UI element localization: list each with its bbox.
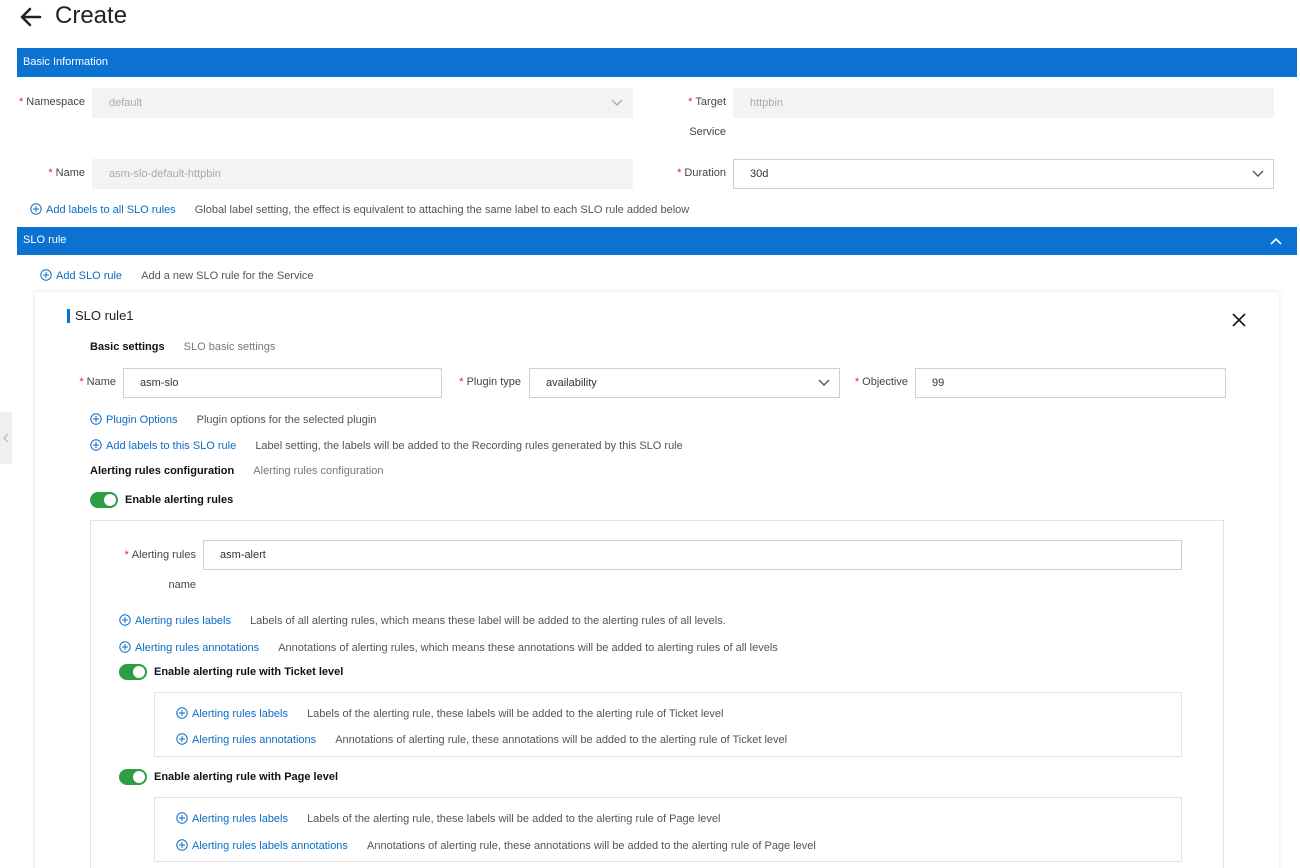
plus-circle-icon [90, 413, 102, 425]
plus-circle-icon [40, 269, 52, 281]
alerting-name-value: asm-alert [220, 549, 266, 561]
close-icon[interactable] [1231, 312, 1247, 328]
alerting-config-hint: Alerting rules configuration [253, 465, 384, 477]
basic-settings-row: Basic settings SLO basic settings [90, 341, 275, 353]
slo-rule-header[interactable]: SLO rule [17, 227, 1297, 255]
page-title: Create [55, 2, 128, 29]
duration-value: 30d [750, 168, 769, 180]
target-service-field[interactable]: httpbin [733, 88, 1274, 118]
rule-name-label: * Name [79, 376, 116, 388]
enable-alerting-label: Enable alerting rules [125, 494, 234, 506]
ticket-labels-row: Alerting rules labels Labels of the aler… [176, 707, 723, 720]
plus-circle-icon [90, 439, 102, 451]
chevron-up-icon[interactable] [1269, 234, 1283, 248]
page-labels-link[interactable]: Alerting rules labels [176, 812, 291, 825]
basic-information-title: Basic Information [23, 56, 108, 68]
plus-circle-icon [30, 203, 42, 215]
namespace-label: * Namespace [19, 96, 85, 108]
page-level-label: Enable alerting rule with Page level [154, 771, 339, 783]
ticket-annotations-row: Alerting rules annotations Annotations o… [176, 733, 787, 746]
alerting-name-field[interactable]: asm-alert [203, 540, 1182, 570]
alerting-name-label: * Alerting rules [124, 549, 196, 561]
duration-select[interactable]: 30d [733, 159, 1274, 189]
add-labels-all-hint: Global label setting, the effect is equi… [194, 204, 690, 216]
plugin-options-row: Plugin Options Plugin options for the se… [90, 413, 376, 426]
ticket-level-panel [154, 692, 1182, 757]
add-slo-rule-link[interactable]: Add SLO rule [40, 269, 125, 282]
add-labels-rule-link[interactable]: Add labels to this SLO rule [90, 439, 239, 452]
page-annotations-hint: Annotations of alerting rule, these anno… [367, 840, 816, 852]
page-annotations-row: Alerting rules labels annotations Annota… [176, 839, 816, 852]
ticket-annotations-link[interactable]: Alerting rules annotations [176, 733, 319, 746]
enable-alerting-toggle[interactable] [90, 492, 118, 508]
alerting-labels-hint: Labels of all alerting rules, which mean… [250, 615, 726, 627]
add-slo-rule-hint: Add a new SLO rule for the Service [141, 270, 314, 282]
rule-name-field[interactable]: asm-slo [123, 368, 442, 398]
alerting-name-label-line2: name [168, 579, 196, 591]
chevron-down-icon [818, 379, 830, 386]
plus-circle-icon [176, 839, 188, 851]
add-labels-rule-hint: Label setting, the labels will be added … [255, 440, 683, 452]
page-labels-hint: Labels of the alerting rule, these label… [307, 813, 721, 825]
plugin-type-value: availability [546, 377, 597, 389]
rule-name-value: asm-slo [140, 377, 179, 389]
name-value: asm-slo-default-httpbin [109, 168, 221, 180]
back-arrow-icon[interactable] [18, 4, 44, 30]
page-labels-row: Alerting rules labels Labels of the aler… [176, 812, 720, 825]
duration-label: * Duration [677, 167, 726, 179]
alerting-annotations-hint: Annotations of alerting rules, which mea… [278, 642, 778, 654]
add-labels-all-row: Add labels to all SLO rules Global label… [30, 203, 689, 216]
add-labels-rule-row: Add labels to this SLO rule Label settin… [90, 439, 683, 452]
alerting-config-title: Alerting rules configuration [90, 465, 235, 477]
objective-value: 99 [932, 377, 945, 389]
namespace-value: default [109, 97, 143, 109]
ticket-labels-hint: Labels of the alerting rule, these label… [307, 708, 724, 720]
plugin-type-select[interactable]: availability [529, 368, 840, 398]
name-field[interactable]: asm-slo-default-httpbin [92, 159, 633, 189]
ticket-level-toggle[interactable] [119, 664, 147, 680]
alerting-labels-row: Alerting rules labels Labels of all aler… [119, 614, 726, 627]
plus-circle-icon [119, 614, 131, 626]
plus-circle-icon [176, 812, 188, 824]
objective-label: * Objective [854, 376, 908, 388]
namespace-select[interactable]: default [92, 88, 633, 118]
name-label: * Name [48, 167, 85, 179]
basic-settings-hint: SLO basic settings [183, 341, 276, 353]
page-level-panel [154, 797, 1182, 862]
alerting-labels-link[interactable]: Alerting rules labels [119, 614, 234, 627]
chevron-down-icon [611, 99, 623, 106]
slo-rule-title-bar [67, 309, 70, 323]
add-labels-all-link[interactable]: Add labels to all SLO rules [30, 203, 179, 216]
plus-circle-icon [176, 707, 188, 719]
objective-field[interactable]: 99 [915, 368, 1226, 398]
plus-circle-icon [119, 641, 131, 653]
page-annotations-link[interactable]: Alerting rules labels annotations [176, 839, 351, 852]
alerting-annotations-row: Alerting rules annotations Annotations o… [119, 641, 778, 654]
page-level-toggle[interactable] [119, 769, 147, 785]
target-service-value: httpbin [750, 97, 784, 109]
side-collapse-tab[interactable] [0, 412, 12, 464]
plugin-type-label: * Plugin type [459, 376, 521, 388]
plus-circle-icon [176, 733, 188, 745]
chevron-down-icon [1252, 170, 1264, 177]
ticket-labels-link[interactable]: Alerting rules labels [176, 707, 291, 720]
target-service-label-line2: Service [689, 126, 726, 138]
slo-rule-card-title: SLO rule1 [75, 308, 134, 323]
basic-information-header: Basic Information [17, 48, 1297, 77]
alerting-annotations-link[interactable]: Alerting rules annotations [119, 641, 262, 654]
alerting-config-row: Alerting rules configuration Alerting ru… [90, 465, 384, 477]
basic-settings-title: Basic settings [90, 341, 165, 353]
target-service-label: * Target [688, 96, 726, 108]
ticket-level-label: Enable alerting rule with Ticket level [154, 666, 344, 678]
ticket-annotations-hint: Annotations of alerting rule, these anno… [335, 734, 788, 746]
slo-rule-title: SLO rule [23, 234, 67, 246]
add-slo-rule-row: Add SLO rule Add a new SLO rule for the … [40, 269, 314, 282]
plugin-options-hint: Plugin options for the selected plugin [196, 414, 377, 426]
chevron-left-icon [3, 433, 9, 443]
plugin-options-link[interactable]: Plugin Options [90, 413, 181, 426]
